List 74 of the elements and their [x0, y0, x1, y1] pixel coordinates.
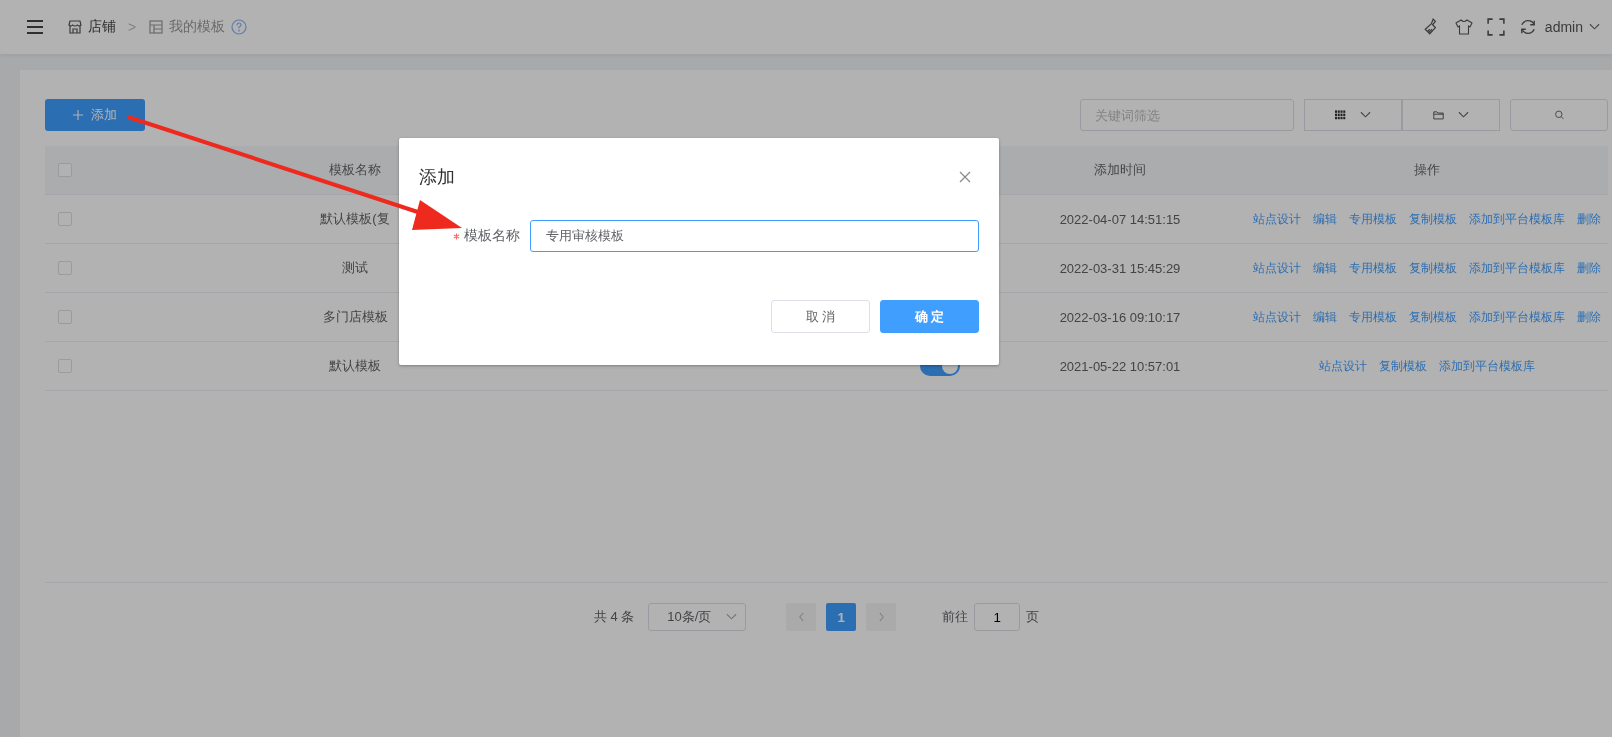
action-link[interactable]: 删除: [1576, 308, 1601, 326]
search-button[interactable]: [1510, 99, 1608, 131]
table-cell: 多门店模板: [322, 308, 388, 326]
plus-icon: [73, 110, 83, 120]
table-cell: 默认模板: [329, 357, 381, 375]
table-icon: [148, 19, 165, 35]
previous-page-button[interactable]: [786, 603, 817, 631]
chevron-down-icon: [726, 612, 738, 622]
action-link[interactable]: 编辑: [1312, 259, 1337, 277]
field-label: 模板名称: [464, 227, 520, 245]
action-link[interactable]: 编辑: [1312, 210, 1337, 228]
table-cell: 测试: [342, 259, 368, 277]
add-button[interactable]: 添加: [45, 99, 145, 131]
goto-label: 前往: [942, 608, 969, 626]
action-link[interactable]: 专用模板: [1348, 210, 1397, 228]
page-size-select[interactable]: 10条/页: [648, 603, 747, 631]
table-cell: 2022-04-07 14:51:15: [1059, 211, 1181, 227]
action-link[interactable]: 删除: [1576, 259, 1601, 277]
checkbox[interactable]: [58, 163, 72, 177]
refresh-icon[interactable]: [1518, 18, 1537, 36]
chevron-down-icon: [1360, 110, 1371, 120]
template-name-field[interactable]: 专用审核模板: [530, 220, 979, 252]
checkbox[interactable]: [58, 212, 72, 226]
breadcrumb-item[interactable]: 我的模板: [169, 18, 226, 36]
folder-icon: [1433, 110, 1444, 120]
action-link[interactable]: 添加到平台模板库: [1468, 259, 1565, 277]
action-link[interactable]: 复制模板: [1408, 210, 1457, 228]
chevron-down-icon[interactable]: [1589, 23, 1600, 31]
action-link[interactable]: 删除: [1576, 210, 1601, 228]
menu-icon[interactable]: [27, 20, 43, 34]
help-icon[interactable]: [231, 19, 248, 35]
action-link[interactable]: 复制模板: [1378, 357, 1427, 375]
action-link[interactable]: 添加到平台模板库: [1468, 308, 1565, 326]
checkbox[interactable]: [58, 310, 72, 324]
breadcrumb-separator: >: [128, 19, 137, 35]
cancel-button[interactable]: 取 消: [771, 300, 870, 333]
action-link[interactable]: 站点设计: [1318, 357, 1367, 375]
search-icon: [1553, 110, 1565, 120]
chevron-down-icon: [1458, 110, 1469, 120]
action-link[interactable]: 专用模板: [1348, 308, 1397, 326]
action-link[interactable]: 复制模板: [1408, 259, 1457, 277]
column-header: 操作: [1413, 161, 1440, 179]
user-name[interactable]: admin: [1544, 19, 1583, 35]
checkbox[interactable]: [58, 359, 72, 373]
next-page-button[interactable]: [866, 603, 897, 631]
fullscreen-icon[interactable]: [1486, 18, 1505, 36]
action-link[interactable]: 添加到平台模板库: [1468, 210, 1565, 228]
grid-icon: [1335, 110, 1346, 120]
checkbox[interactable]: [58, 261, 72, 275]
page-number[interactable]: 1: [826, 603, 857, 631]
table-cell: 默认模板(复: [320, 210, 390, 228]
folder-dropdown[interactable]: [1402, 99, 1500, 131]
total-count: 共 4 条: [593, 608, 635, 626]
page-suffix: 页: [1026, 608, 1040, 626]
page-input[interactable]: 1: [974, 603, 1021, 631]
column-header: 模板名称: [329, 161, 381, 179]
shirt-icon[interactable]: [1454, 18, 1473, 36]
confirm-button[interactable]: 确 定: [880, 300, 979, 333]
action-link[interactable]: 复制模板: [1408, 308, 1457, 326]
grid-view-dropdown[interactable]: [1304, 99, 1402, 131]
action-link[interactable]: 添加到平台模板库: [1438, 357, 1535, 375]
action-link[interactable]: 专用模板: [1348, 259, 1397, 277]
action-link[interactable]: 编辑: [1312, 308, 1337, 326]
dialog-title: 添加: [419, 166, 455, 189]
close-icon[interactable]: [959, 171, 971, 183]
action-link[interactable]: 站点设计: [1252, 210, 1301, 228]
breadcrumb-item[interactable]: 店铺: [88, 18, 116, 36]
column-header: 添加时间: [1094, 161, 1146, 179]
table-cell: 2022-03-16 09:10:17: [1059, 309, 1181, 325]
action-link[interactable]: 站点设计: [1252, 259, 1301, 277]
action-link[interactable]: 站点设计: [1252, 308, 1301, 326]
store-icon: [67, 19, 83, 35]
table-cell: 2021-05-22 10:57:01: [1059, 358, 1181, 374]
table-cell: 2022-03-31 15:45:29: [1059, 260, 1181, 276]
